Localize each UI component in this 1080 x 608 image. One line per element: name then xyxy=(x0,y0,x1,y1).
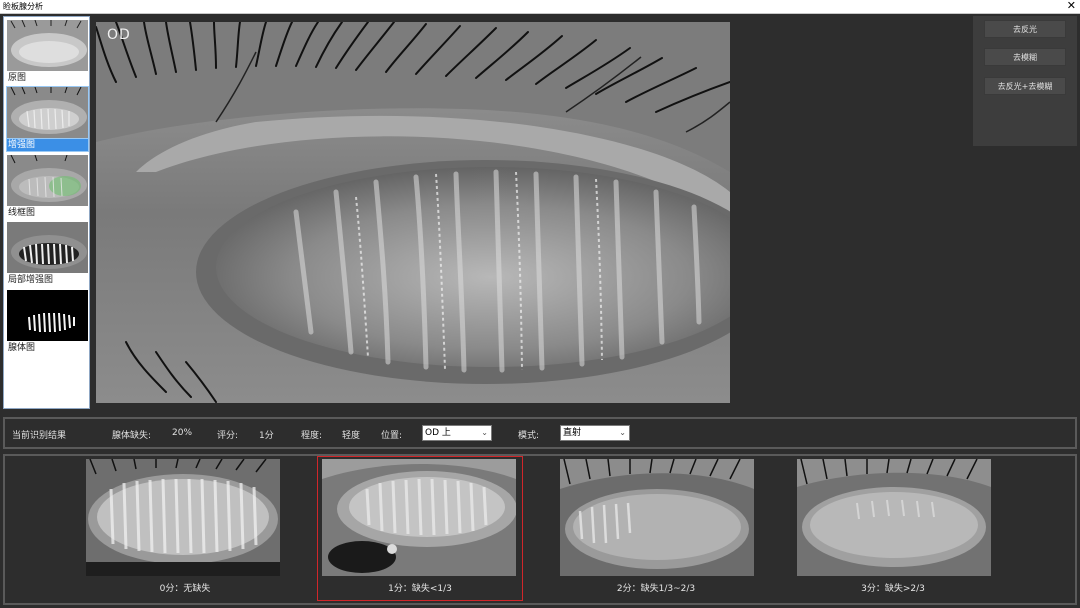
chevron-down-icon: ⌄ xyxy=(619,428,626,437)
chevron-down-icon: ⌄ xyxy=(481,428,488,437)
example-label-1: 1分：缺失<1/3 xyxy=(388,584,452,594)
example-score-1[interactable] xyxy=(322,459,516,576)
title-bar: 睑板腺分析 ✕ xyxy=(0,0,1080,14)
thumb-label: 原图 xyxy=(8,73,27,83)
score-label: 评分: xyxy=(217,431,239,441)
gland-loss-value: 20% xyxy=(172,428,193,438)
example-image-2 xyxy=(560,459,754,576)
remove-glare-button[interactable]: 去反光 xyxy=(984,20,1066,38)
thumb-label: 腺体图 xyxy=(8,343,36,353)
mode-select[interactable]: 直射 ⌄ xyxy=(560,425,630,441)
deblur-button[interactable]: 去模糊 xyxy=(984,48,1066,66)
thumb-label: 局部增强图 xyxy=(8,275,54,285)
eye-side-label: OD xyxy=(107,27,131,43)
close-icon[interactable]: ✕ xyxy=(1067,0,1076,12)
thumb-wireframe[interactable]: 线框图 xyxy=(6,154,89,220)
gland-loss-label: 腺体缺失: xyxy=(112,431,152,441)
main-image-view[interactable]: OD xyxy=(96,22,730,403)
result-bar: 当前识别结果 腺体缺失: 20% 评分: 1分 程度: 轻度 位置: OD 上 … xyxy=(3,417,1077,449)
thumb-label: 线框图 xyxy=(8,208,36,218)
remove-glare-deblur-button[interactable]: 去反光+去模糊 xyxy=(984,77,1066,95)
result-section-label: 当前识别结果 xyxy=(12,431,67,441)
example-label-3: 3分：缺失>2/3 xyxy=(861,584,925,594)
wireframe-thumbnail xyxy=(7,155,88,206)
example-score-0[interactable] xyxy=(86,459,280,576)
position-select[interactable]: OD 上 ⌄ xyxy=(422,425,492,441)
example-score-3[interactable] xyxy=(797,459,991,576)
original-thumbnail xyxy=(7,20,88,71)
degree-value: 轻度 xyxy=(342,431,361,441)
thumb-gland[interactable]: 腺体图 xyxy=(6,289,89,355)
thumb-local-enhanced[interactable]: 局部增强图 xyxy=(6,221,89,287)
thumb-original[interactable]: 原图 xyxy=(6,19,89,85)
position-select-value: OD 上 xyxy=(425,428,451,438)
position-label: 位置: xyxy=(381,431,403,441)
grading-examples: 0分：无缺失 1分：缺失<1/3 2分：缺失1/3~2/3 3分：缺失>2/3 xyxy=(3,454,1077,605)
example-image-0 xyxy=(86,459,280,576)
degree-label: 程度: xyxy=(301,431,323,441)
mode-label: 模式: xyxy=(518,431,540,441)
eyelid-image xyxy=(96,22,730,403)
view-mode-list: 原图 增强图 线框图 局部增强图 腺体图 xyxy=(3,16,90,409)
example-label-0: 0分：无缺失 xyxy=(159,584,211,594)
example-score-2[interactable] xyxy=(560,459,754,576)
enhanced-thumbnail xyxy=(7,87,88,138)
gland-thumbnail xyxy=(7,290,88,341)
example-image-1 xyxy=(322,459,516,576)
window-title: 睑板腺分析 xyxy=(3,2,43,11)
score-value: 1分 xyxy=(259,431,274,441)
mode-select-value: 直射 xyxy=(563,428,582,438)
thumb-enhanced[interactable]: 增强图 xyxy=(6,86,89,152)
example-image-3 xyxy=(797,459,991,576)
local-enhanced-thumbnail xyxy=(7,222,88,273)
tool-panel: 去反光 去模糊 去反光+去模糊 xyxy=(973,16,1077,146)
example-label-2: 2分：缺失1/3~2/3 xyxy=(616,584,696,594)
thumb-label: 增强图 xyxy=(7,139,88,151)
